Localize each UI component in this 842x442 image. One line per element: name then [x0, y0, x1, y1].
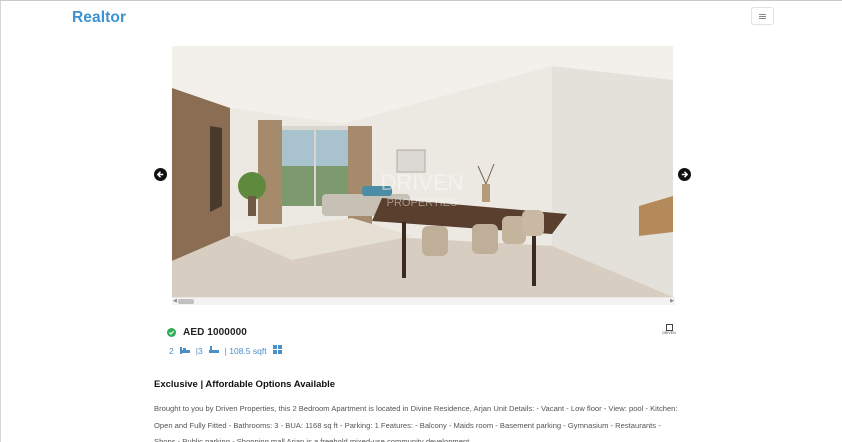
agency-logo[interactable]: DRIVEN: [661, 323, 677, 340]
scroll-right-icon[interactable]: ▶: [670, 299, 674, 304]
bed-icon: [179, 346, 190, 356]
brand-logo[interactable]: Realtor: [72, 9, 126, 27]
top-border: [0, 0, 842, 1]
arrow-left-icon: [156, 171, 164, 178]
area-size: | 108.5 sqft: [224, 345, 267, 356]
scroll-thumb[interactable]: [178, 299, 194, 304]
grid-icon[interactable]: [272, 345, 282, 356]
left-border: [0, 1, 1, 442]
apartment-photo: DRIVEN PROPERTIES: [172, 46, 673, 297]
price-row: AED 1000000: [167, 327, 247, 338]
listing-title: Exclusive | Affordable Options Available: [154, 379, 336, 390]
arrow-right-icon: [681, 171, 689, 178]
agency-logo-text: DRIVEN: [662, 331, 676, 335]
scroll-left-icon[interactable]: ◀: [173, 299, 177, 304]
watermark-text: DRIVEN: [380, 170, 463, 195]
hamburger-icon: [759, 13, 766, 19]
gallery-next-button[interactable]: [678, 168, 691, 181]
menu-toggle-button[interactable]: [751, 7, 774, 25]
listing-stats: 2 |3 | 108.5 sqft: [169, 345, 288, 356]
check-circle-icon: [167, 328, 176, 337]
property-photo[interactable]: DRIVEN PROPERTIES: [172, 46, 673, 297]
listing-price: AED 1000000: [183, 327, 247, 338]
bath-icon: [208, 345, 219, 356]
bathroom-count: |3: [195, 345, 203, 356]
gallery-prev-button[interactable]: [154, 168, 167, 181]
listing-description: Brought to you by Driven Properties, thi…: [154, 404, 678, 442]
agency-mark-icon: [665, 324, 673, 331]
watermark-subtext: PROPERTIES: [387, 197, 458, 209]
bedroom-count: 2: [169, 345, 174, 356]
gallery-scrollbar[interactable]: ◀ ▶: [172, 297, 675, 305]
